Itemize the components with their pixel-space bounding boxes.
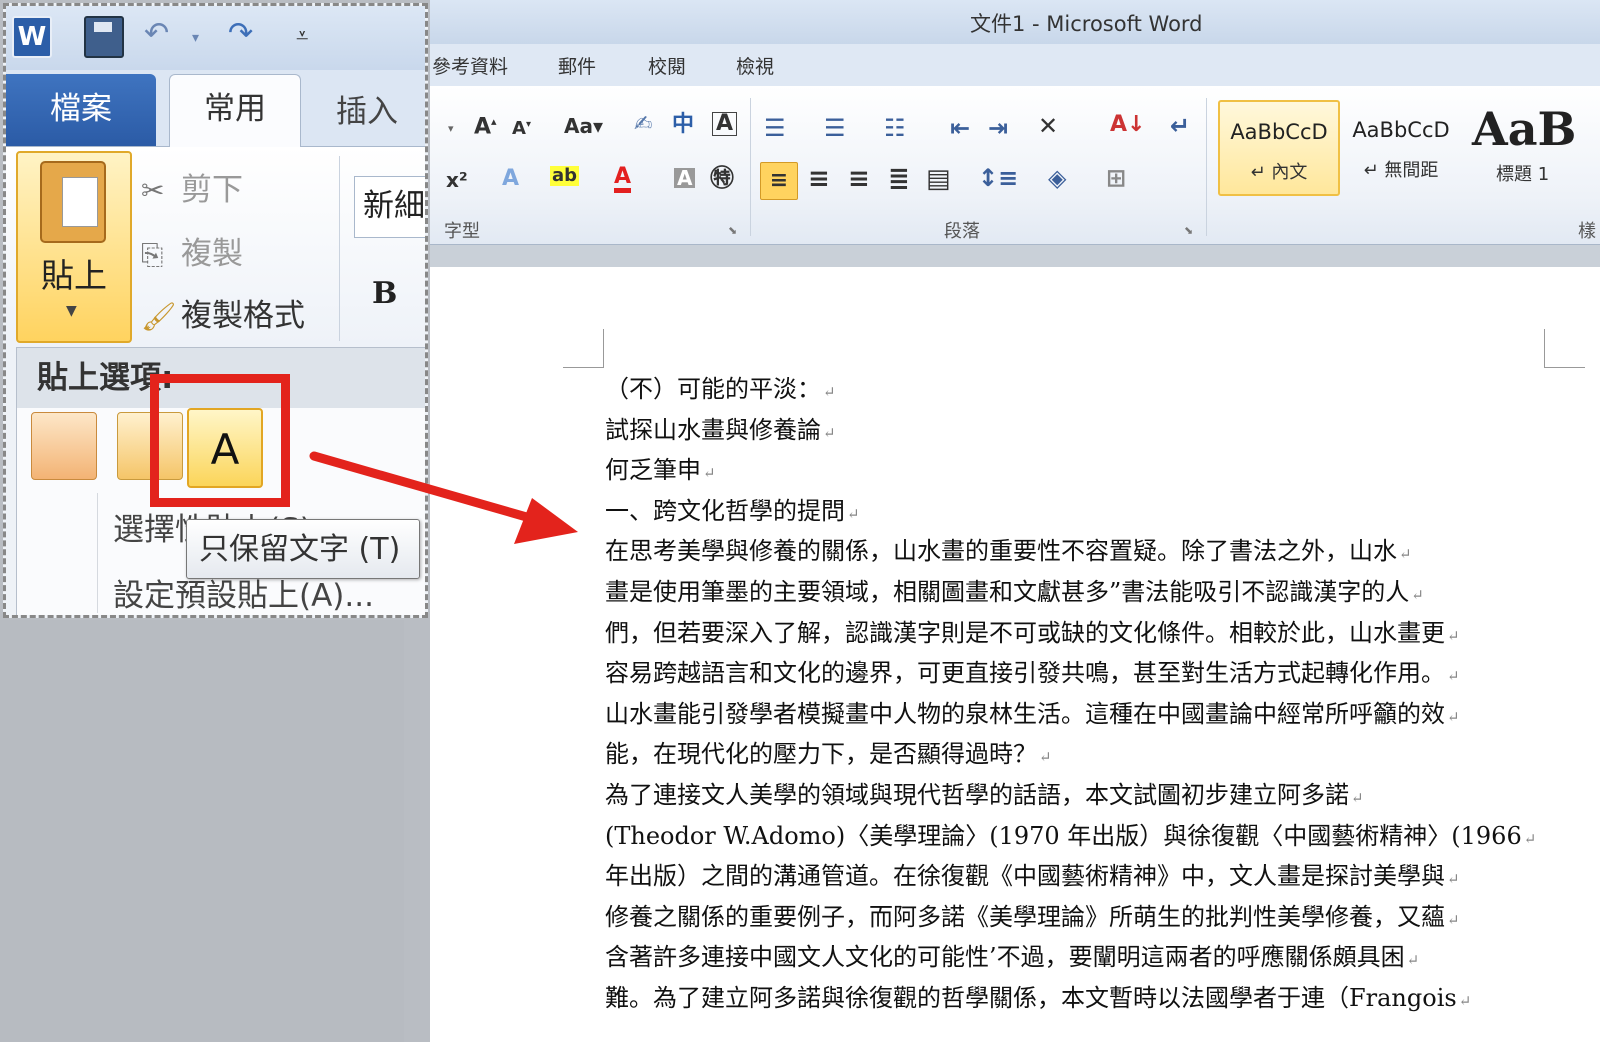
shrink-font-icon[interactable]: A▾ bbox=[512, 120, 531, 138]
styles-group-label: 樣 bbox=[1578, 221, 1596, 242]
paintbrush-icon: 🖌 bbox=[141, 300, 177, 333]
font-color-icon[interactable]: A bbox=[614, 166, 632, 193]
group-separator bbox=[750, 98, 751, 236]
doc-line: 何乏筆申 ↵ bbox=[605, 456, 716, 485]
doc-line: 一、跨文化哲學的提問 ↵ bbox=[605, 496, 860, 525]
character-shading-icon[interactable]: A bbox=[674, 168, 696, 188]
paste-button[interactable]: 貼上 ▼ bbox=[16, 151, 132, 343]
doc-line: （不）可能的平淡： ↵ bbox=[605, 375, 836, 403]
word-logo-icon: W bbox=[12, 16, 52, 58]
show-formatting-icon[interactable]: ↵ bbox=[1170, 114, 1190, 138]
paragraph-dialog-launcher-icon[interactable]: ⬊ bbox=[1184, 224, 1193, 237]
save-icon[interactable] bbox=[84, 16, 124, 58]
doc-line: 為了連接文人美學的領域與現代哲學的話語，本文試圖初步建立阿多諾 ↵ bbox=[605, 780, 1364, 809]
enclose-characters-icon[interactable]: ㊕ bbox=[710, 166, 734, 190]
doc-line: 們，但若要深入了解，認識漢字則是不可或缺的文化條件。相較於此，山水畫更 ↵ bbox=[605, 618, 1460, 647]
style-heading-1[interactable]: AaB 標題 1 bbox=[1466, 100, 1600, 192]
group-separator bbox=[1206, 98, 1207, 236]
sort-icon[interactable]: A↓ bbox=[1110, 114, 1145, 136]
font-name-box[interactable]: 新細 bbox=[354, 176, 425, 238]
highlight-color-icon[interactable]: ab bbox=[550, 166, 580, 186]
tab-home[interactable]: 常用 bbox=[169, 74, 301, 149]
grow-font-icon[interactable]: A▴ bbox=[474, 116, 497, 138]
justify-icon[interactable]: ≣ bbox=[888, 166, 910, 192]
callout-arrow bbox=[309, 451, 578, 544]
phonetic-guide-icon[interactable]: ✍ bbox=[634, 114, 652, 136]
tab-references[interactable]: 參考資料 bbox=[432, 52, 508, 79]
keep-source-formatting-icon[interactable] bbox=[31, 412, 97, 480]
doc-line: 試探山水畫與修養論 ↵ bbox=[605, 415, 836, 444]
copy-icon: ⎘ bbox=[141, 238, 164, 271]
doc-line: 修養之關係的重要例子，而阿多諾《美學理論》所萌生的批判性美學修養，又蘊 ↵ bbox=[605, 902, 1460, 931]
bold-icon[interactable]: B bbox=[372, 276, 397, 311]
text-effects-icon[interactable]: A bbox=[502, 168, 519, 190]
distributed-icon[interactable]: ▤ bbox=[926, 166, 951, 192]
font-size-dropdown-icon[interactable]: ▾ bbox=[448, 122, 454, 135]
align-right-icon[interactable]: ≡ bbox=[848, 166, 870, 192]
ribbon-tab-row: 參考資料 郵件 校閱 檢視 bbox=[430, 44, 1600, 86]
document-page[interactable]: （不）可能的平淡： ↵ 試探山水畫與修養論 ↵ 何乏筆申 ↵ 一、跨文化哲學的提問 ↵ … bbox=[430, 267, 1600, 1042]
tab-view[interactable]: 檢視 bbox=[736, 52, 774, 79]
undo-icon[interactable]: ↶ bbox=[144, 16, 169, 51]
paste-dropdown-icon[interactable]: ▼ bbox=[66, 303, 77, 319]
line-spacing-icon[interactable]: ↕≡ bbox=[978, 166, 1018, 190]
quick-access-toolbar: W ↶ ▾ ↷ ⩡ bbox=[6, 6, 425, 70]
multilevel-list-icon[interactable]: ☷ bbox=[884, 116, 906, 140]
title-bar: 文件1 - Microsoft Word bbox=[430, 0, 1600, 44]
doc-line: 含著許多連接中國文人文化的可能性’不過，要闡明這兩者的呼應關係頗具困 ↵ bbox=[605, 943, 1420, 972]
margin-corner-mark bbox=[1544, 329, 1585, 368]
doc-line: 難。為了建立阿多諾與徐復觀的哲學關係，本文暫時以法國學者于連（Frangois ↵ bbox=[605, 983, 1472, 1012]
superscript-icon[interactable]: x² bbox=[446, 170, 468, 190]
doc-line: 畫是使用筆墨的主要領域，相關圖畫和文獻甚多”書法能吸引不認識漢字的人 ↵ bbox=[605, 577, 1424, 606]
paragraph-group-label: 段落 bbox=[944, 221, 980, 242]
font-group-label: 字型 bbox=[444, 221, 480, 242]
align-center-icon[interactable]: ≡ bbox=[808, 166, 830, 192]
window-title: 文件1 - Microsoft Word bbox=[970, 12, 1203, 36]
chinese-layout-icon[interactable]: ✕ bbox=[1038, 114, 1058, 138]
scissors-icon: ✂ bbox=[141, 174, 165, 207]
numbering-icon[interactable]: ☰ bbox=[824, 116, 846, 140]
borders-icon[interactable]: ⊞ bbox=[1106, 166, 1126, 190]
tab-insert[interactable]: 插入 bbox=[336, 86, 398, 131]
clipboard-icon bbox=[40, 161, 106, 243]
redo-icon[interactable]: ↷ bbox=[228, 16, 253, 51]
document-top-gap bbox=[430, 245, 1600, 267]
cut-button[interactable]: ✂ 剪下 bbox=[141, 164, 243, 209]
shading-icon[interactable]: ◈ bbox=[1048, 166, 1066, 190]
chinese-convert-icon[interactable]: 中 bbox=[672, 114, 694, 136]
tab-file[interactable]: 檔案 bbox=[6, 74, 156, 146]
bullets-icon[interactable]: ☰ bbox=[764, 116, 786, 140]
change-case-icon[interactable]: Aa▾ bbox=[564, 116, 603, 136]
doc-line: 年出版）之間的溝通管道。在徐復觀《中國藝術精神》中，文人畫是探討美學與 ↵ bbox=[605, 862, 1460, 891]
margin-corner-mark bbox=[563, 329, 604, 368]
tab-review[interactable]: 校閱 bbox=[648, 52, 686, 79]
menu-separator bbox=[97, 493, 98, 613]
tab-mailings[interactable]: 郵件 bbox=[558, 52, 596, 79]
highlight-box bbox=[150, 374, 290, 507]
increase-indent-icon[interactable]: ⇥ bbox=[988, 116, 1008, 140]
doc-line: 容易跨越語言和文化的邊界，可更直接引發共鳴，甚至對生活方式起轉化作用。 ↵ bbox=[605, 659, 1460, 688]
doc-line: 山水畫能引發學者模擬畫中人物的泉林生活。這種在中國畫論中經常所呼籲的效 ↵ bbox=[605, 699, 1460, 728]
font-dialog-launcher-icon[interactable]: ⬊ bbox=[728, 224, 737, 237]
format-painter-button[interactable]: 🖌 複製格式 bbox=[141, 290, 305, 335]
style-no-spacing[interactable]: AaBbCcD ↵ 無間距 bbox=[1342, 100, 1460, 192]
document-body[interactable]: （不）可能的平淡： ↵ 試探山水畫與修養論 ↵ 何乏筆申 ↵ 一、跨文化哲學的提問 ↵ … bbox=[605, 369, 1600, 1019]
style-normal[interactable]: AaBbCcD ↵ 內文 bbox=[1218, 100, 1340, 196]
group-separator bbox=[339, 156, 340, 341]
undo-dropdown-icon[interactable]: ▾ bbox=[192, 30, 199, 46]
align-left-icon[interactable]: ≡ bbox=[760, 162, 798, 200]
window-background bbox=[0, 620, 404, 1042]
paste-label: 貼上 bbox=[41, 256, 107, 295]
copy-button[interactable]: ⎘ 複製 bbox=[141, 228, 243, 273]
doc-line: 在思考美學與修養的關係，山水畫的重要性不容置疑。除了書法之外，山水 ↵ bbox=[605, 537, 1412, 566]
customize-toolbar-icon[interactable]: ⩡ bbox=[296, 24, 308, 49]
ribbon: ▾ A▴ A▾ Aa▾ ✍ 中 A x² A ab A A ㊕ 字型 ⬊ ☰ ☰… bbox=[430, 86, 1600, 245]
character-border-icon[interactable]: A bbox=[712, 112, 738, 136]
decrease-indent-icon[interactable]: ⇤ bbox=[950, 116, 970, 140]
doc-line: 能，在現代化的壓力下，是否顯得過時？ ↵ bbox=[605, 740, 1052, 769]
doc-line: (Theodor W.Adomo)〈美學理論〉(1970 年出版）與徐復觀〈中國… bbox=[605, 821, 1537, 850]
